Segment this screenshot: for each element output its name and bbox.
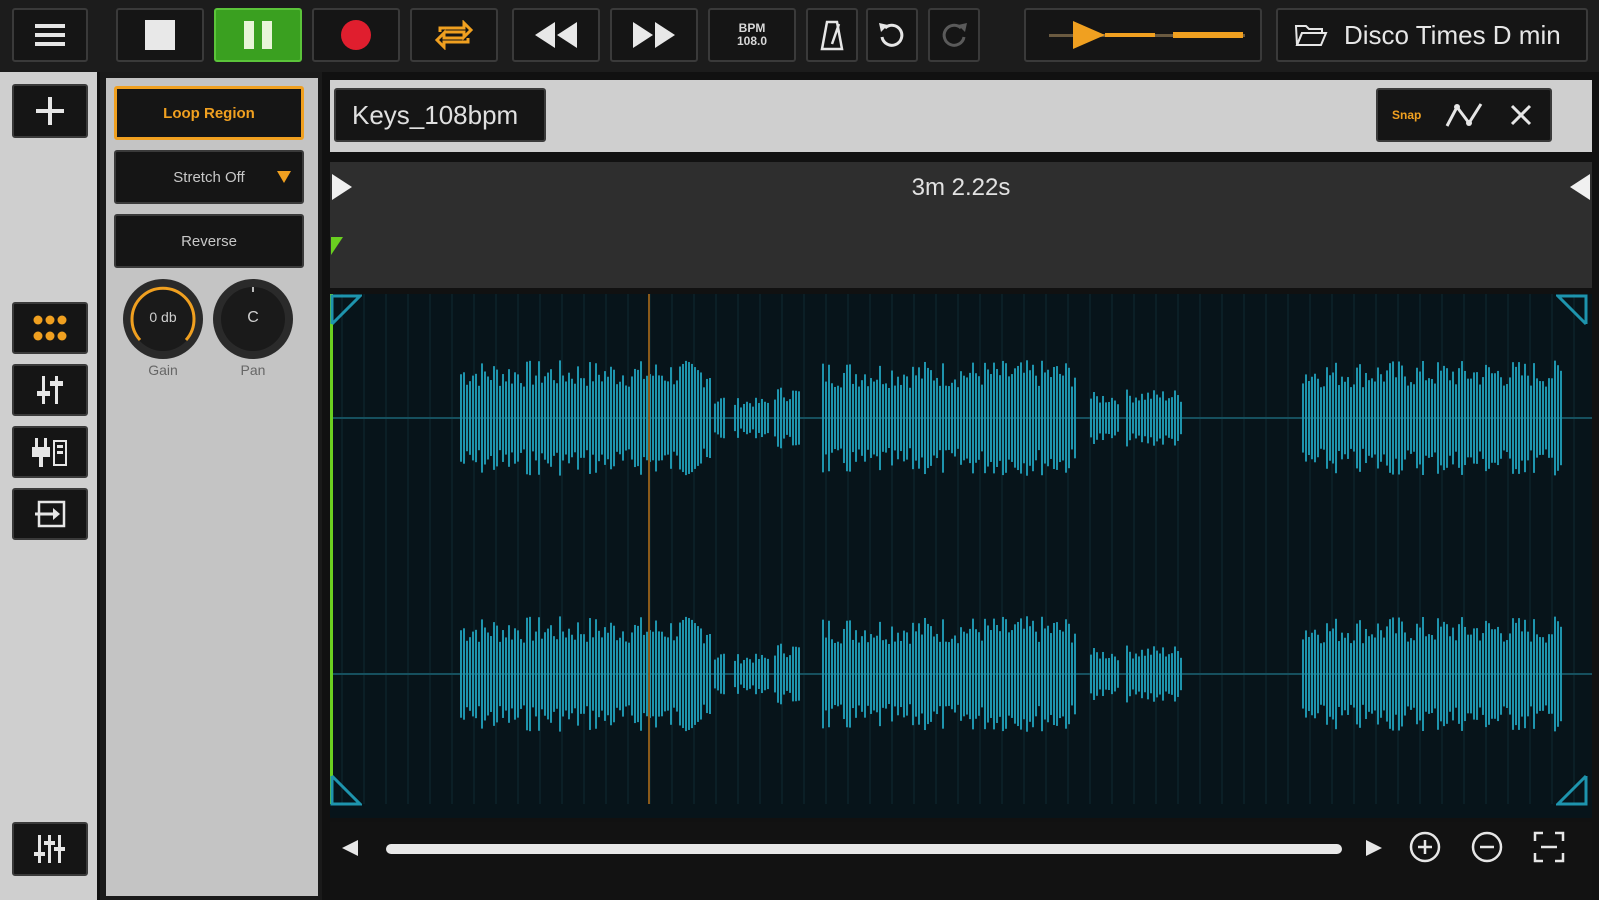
top-toolbar: BPM 108.0 Disco Times D min bbox=[0, 0, 1599, 72]
stretch-dropdown[interactable]: Stretch Off bbox=[114, 150, 304, 204]
snap-button[interactable]: Snap bbox=[1378, 90, 1435, 140]
loop-button[interactable] bbox=[410, 8, 498, 62]
fade-in-top-handle-icon[interactable] bbox=[330, 294, 362, 326]
menu-button[interactable] bbox=[12, 8, 88, 62]
fade-out-top-handle-icon[interactable] bbox=[1556, 294, 1588, 326]
fade-in-bottom-handle-icon[interactable] bbox=[330, 774, 362, 806]
pause-button[interactable] bbox=[214, 8, 302, 62]
stop-icon bbox=[145, 20, 175, 50]
horizontal-scrollbar[interactable] bbox=[386, 844, 1342, 854]
gain-label: Gain bbox=[148, 362, 178, 378]
zoom-in-icon[interactable] bbox=[1408, 830, 1442, 864]
dropdown-arrow-icon bbox=[277, 171, 291, 183]
stretch-label: Stretch Off bbox=[173, 168, 245, 186]
reverse-label: Reverse bbox=[181, 232, 237, 250]
metronome-button[interactable] bbox=[806, 8, 858, 62]
clip-settings-panel: Loop Region Stretch Off Reverse 0 db Gai… bbox=[106, 78, 318, 896]
mixer-view-button[interactable] bbox=[12, 364, 88, 416]
bpm-button[interactable]: BPM 108.0 bbox=[708, 8, 796, 62]
loop-icon bbox=[434, 20, 474, 50]
reverse-button[interactable]: Reverse bbox=[114, 214, 304, 268]
mixer-strip-button[interactable] bbox=[12, 822, 88, 876]
rewind-icon bbox=[535, 22, 577, 48]
clip-name-field[interactable]: Keys_108bpm bbox=[334, 88, 546, 142]
clip-name: Keys_108bpm bbox=[352, 99, 519, 130]
zoom-to-fit-icon[interactable] bbox=[1532, 830, 1566, 864]
playhead-marker-icon[interactable] bbox=[330, 236, 344, 256]
waveform-view[interactable] bbox=[330, 294, 1592, 818]
session-button[interactable]: Disco Times D min bbox=[1276, 8, 1588, 62]
curve-icon bbox=[1445, 103, 1483, 127]
editor-bottom-bar bbox=[330, 822, 1592, 900]
plus-icon bbox=[36, 97, 64, 125]
playhead-line[interactable] bbox=[648, 294, 650, 804]
gain-knob[interactable]: 0 db bbox=[122, 278, 204, 360]
redo-button[interactable] bbox=[928, 8, 980, 62]
undo-button[interactable] bbox=[866, 8, 918, 62]
scroll-left-icon[interactable] bbox=[340, 838, 360, 858]
record-icon bbox=[341, 20, 371, 50]
automation-button[interactable] bbox=[1435, 90, 1492, 140]
gain-value: 0 db bbox=[149, 309, 177, 325]
loop-region-label: Loop Region bbox=[163, 104, 255, 122]
volume-slider-graphic bbox=[1049, 21, 1245, 49]
metronome-icon bbox=[820, 20, 844, 51]
sliders-icon bbox=[37, 376, 63, 404]
clip-duration: 3m 2.22s bbox=[911, 174, 1011, 201]
bpm-value: 108.0 bbox=[736, 34, 768, 48]
add-track-button[interactable] bbox=[12, 84, 88, 138]
plugins-view-button[interactable] bbox=[12, 426, 88, 478]
close-icon bbox=[1511, 104, 1532, 126]
fast-forward-icon bbox=[633, 22, 675, 48]
scroll-right-icon[interactable] bbox=[1364, 838, 1384, 858]
pause-icon bbox=[244, 21, 272, 49]
redo-icon bbox=[942, 23, 967, 47]
pan-label: Pan bbox=[240, 362, 266, 378]
pan-value: C bbox=[247, 309, 259, 326]
clip-view-button[interactable] bbox=[12, 302, 88, 354]
fast-forward-button[interactable] bbox=[610, 8, 698, 62]
snap-label: Snap bbox=[1391, 108, 1422, 122]
session-name: Disco Times D min bbox=[1344, 19, 1561, 50]
faders-icon bbox=[34, 835, 65, 863]
rewind-button[interactable] bbox=[512, 8, 600, 62]
close-button[interactable] bbox=[1493, 90, 1550, 140]
snap-controls: Snap bbox=[1376, 88, 1552, 142]
left-toolbar bbox=[0, 72, 100, 900]
stop-button[interactable] bbox=[116, 8, 204, 62]
record-button[interactable] bbox=[312, 8, 400, 62]
clip-title-bar: Keys_108bpm Snap bbox=[330, 80, 1592, 152]
grid-dots-icon bbox=[33, 315, 67, 341]
fade-out-bottom-handle-icon[interactable] bbox=[1556, 774, 1588, 806]
folder-icon bbox=[1294, 25, 1328, 46]
import-button[interactable] bbox=[12, 488, 88, 540]
undo-icon bbox=[879, 23, 904, 47]
pan-knob[interactable]: C bbox=[212, 278, 294, 360]
clip-timeline[interactable]: 3m 2.22s bbox=[330, 162, 1592, 288]
waveform bbox=[330, 294, 1592, 804]
plug-icon bbox=[32, 438, 67, 467]
hamburger-icon bbox=[35, 24, 65, 46]
loop-region-button[interactable]: Loop Region bbox=[114, 86, 304, 140]
clip-start-line[interactable] bbox=[330, 294, 333, 804]
import-icon bbox=[35, 500, 66, 528]
zoom-out-icon[interactable] bbox=[1470, 830, 1504, 864]
master-volume-slider[interactable] bbox=[1024, 8, 1262, 62]
